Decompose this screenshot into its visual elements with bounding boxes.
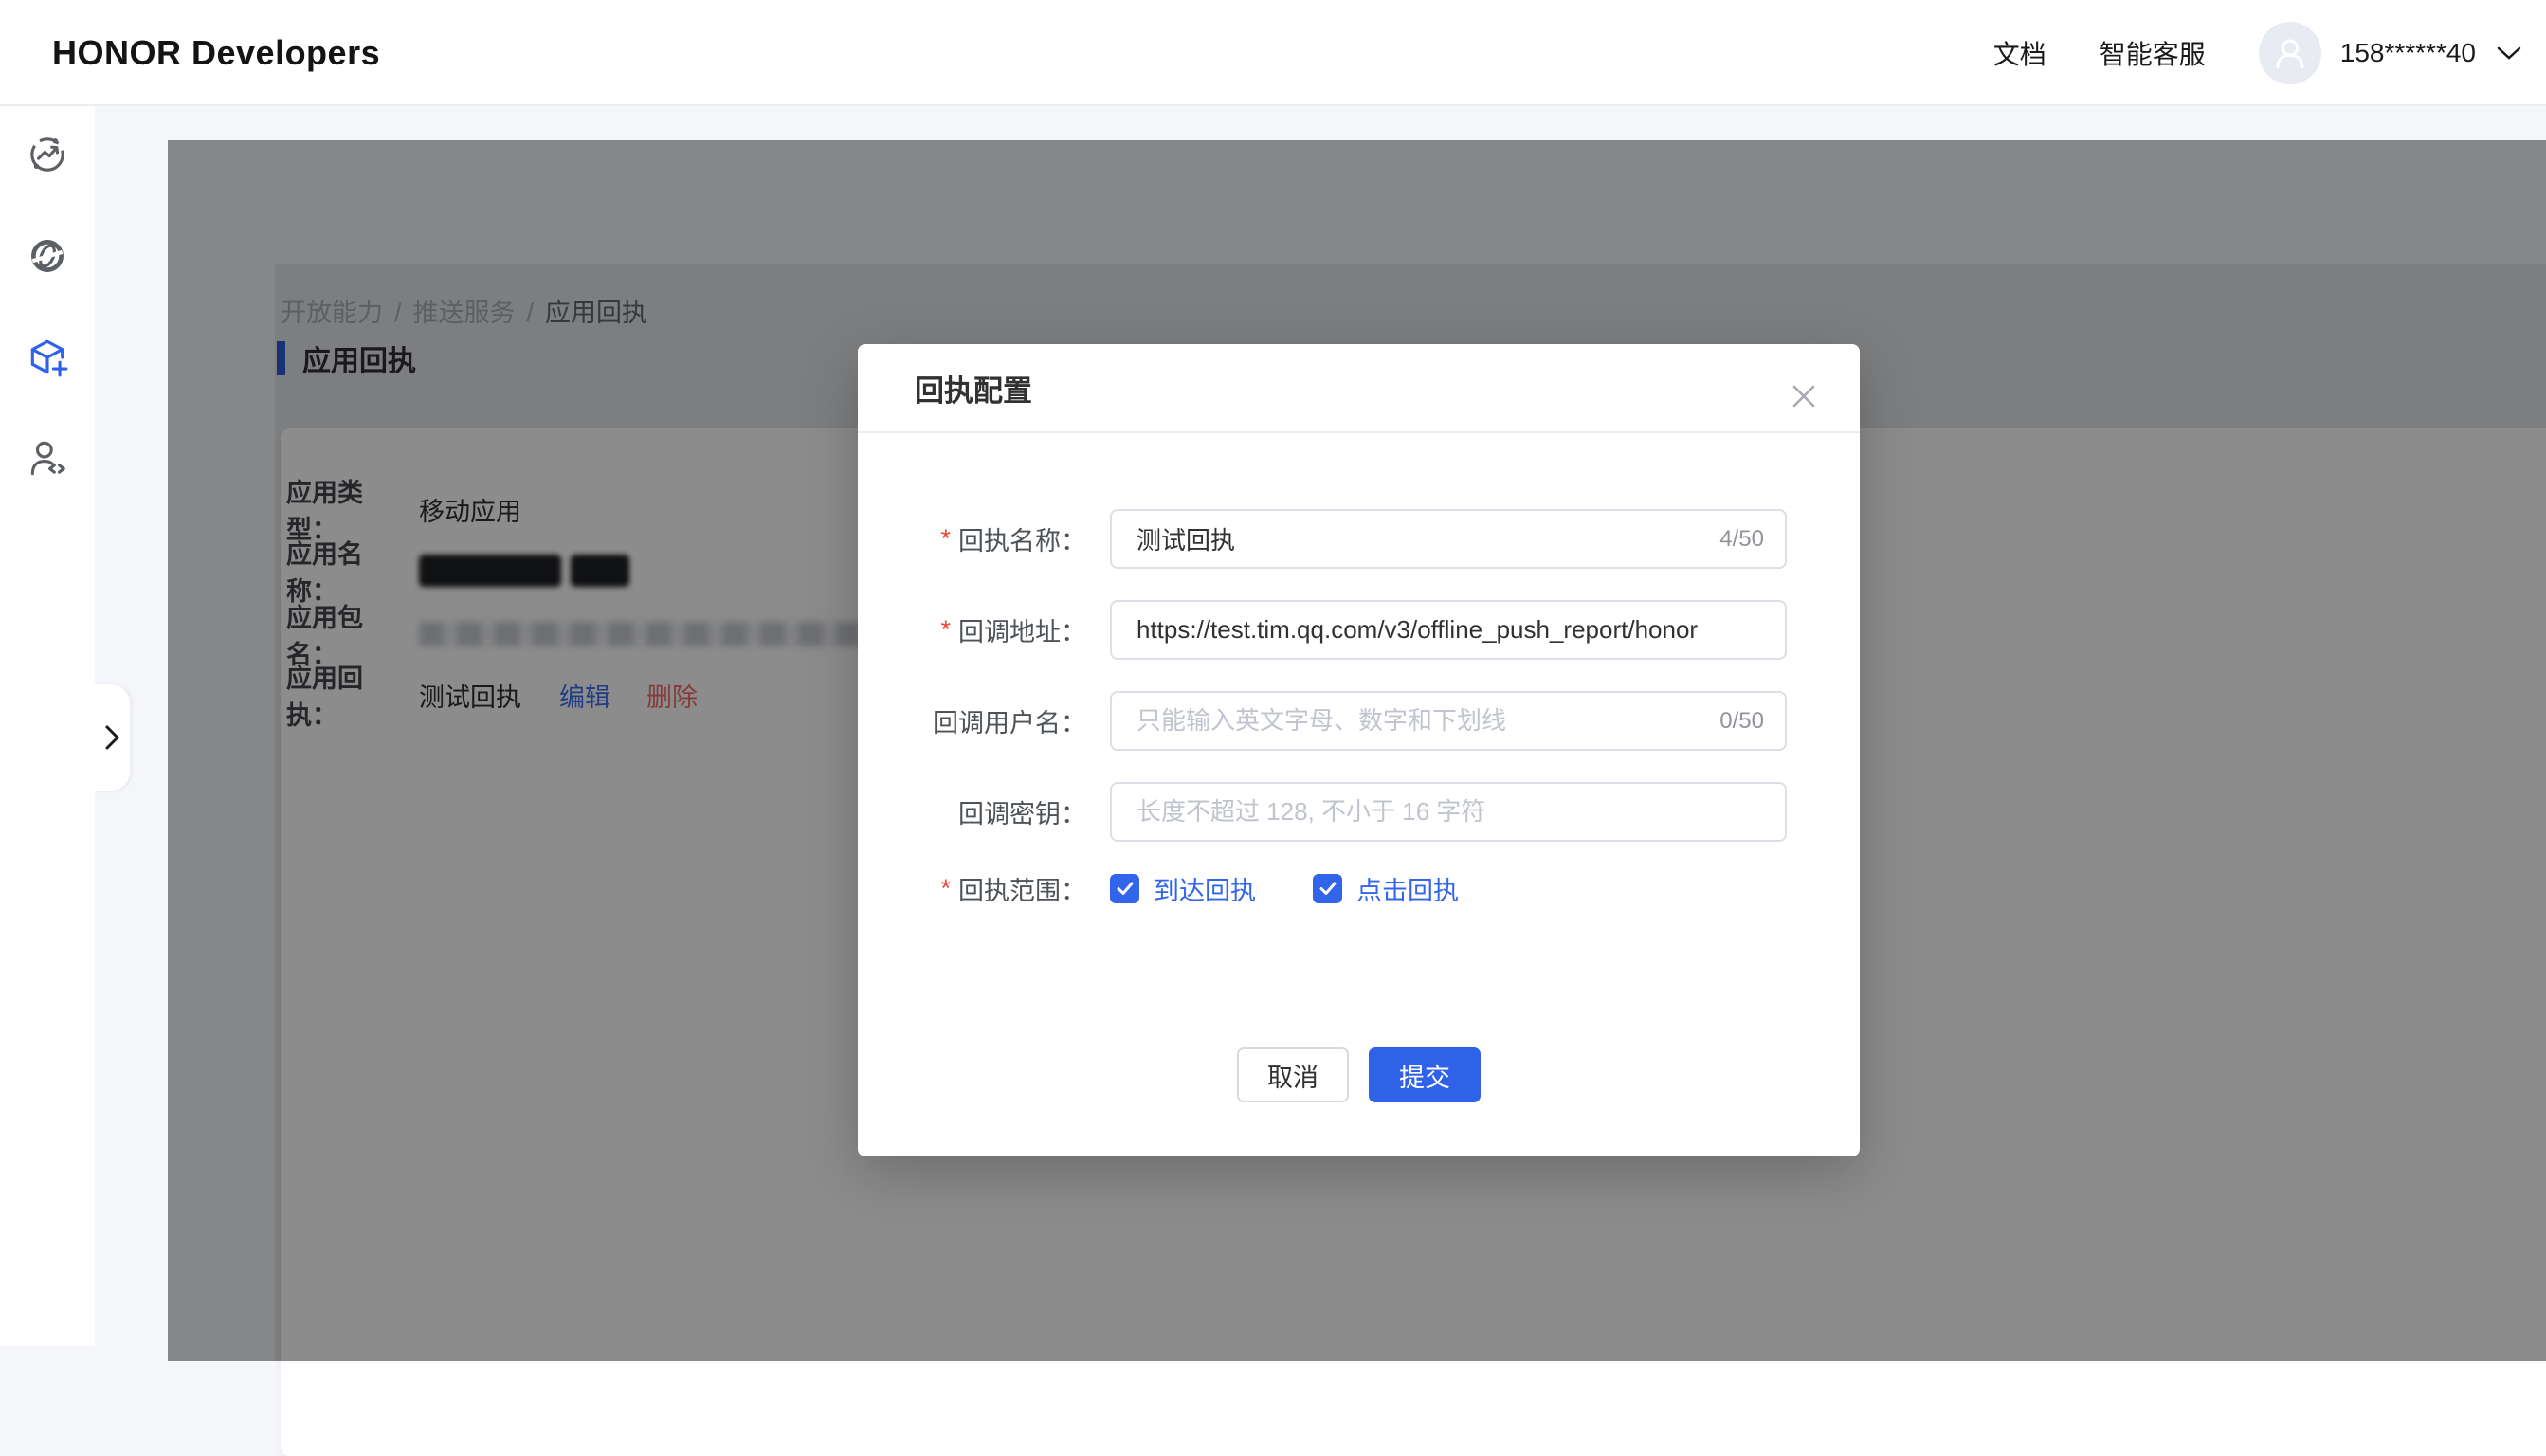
left-sidebar	[0, 106, 95, 1346]
dialog-footer: 取消 提交	[858, 1047, 1860, 1102]
receipt-scope-label: 回执范围：	[958, 870, 1086, 907]
required-asterisk: *	[940, 524, 951, 554]
analytics-icon	[26, 133, 69, 176]
close-button[interactable]	[1786, 378, 1822, 414]
dialog-body: * 回执名称： 4/50 * 回调地址： 回调用户名： 0/50	[858, 433, 1860, 903]
receipt-config-dialog: 回执配置 * 回执名称： 4/50 * 回调地址：	[858, 344, 1860, 1156]
sidebar-item-analytics[interactable]	[26, 133, 69, 176]
checkbox-checked-icon[interactable]	[1313, 874, 1342, 903]
sidebar-item-data[interactable]	[26, 234, 69, 278]
developer-icon	[26, 437, 69, 481]
callback-username-input[interactable]	[1110, 691, 1787, 751]
app-cube-plus-icon	[26, 336, 69, 379]
data-donut-icon	[26, 234, 69, 278]
sidebar-item-app-services[interactable]	[26, 336, 69, 379]
nav-support-link[interactable]: 智能客服	[2100, 34, 2206, 72]
callback-secret-row: 回调密钥：	[858, 782, 1860, 842]
dialog-header: 回执配置	[858, 344, 1860, 433]
nav-docs-link[interactable]: 文档	[1993, 34, 2046, 72]
chevron-right-icon	[100, 723, 123, 752]
callback-username-counter: 0/50	[1719, 708, 1764, 735]
submit-button[interactable]: 提交	[1369, 1047, 1481, 1102]
dialog-title: 回执配置	[915, 367, 1032, 410]
receipt-scope-row: * 回执范围： 到达回执 点击回执	[858, 873, 1860, 903]
receipt-name-row: * 回执名称： 4/50	[858, 509, 1860, 569]
sidebar-item-developer[interactable]	[26, 437, 69, 481]
close-icon	[1789, 381, 1819, 411]
callback-secret-label: 回调密钥：	[958, 793, 1086, 830]
avatar[interactable]	[2259, 22, 2321, 84]
callback-url-label: 回调地址：	[958, 611, 1086, 648]
chevron-down-icon[interactable]	[2497, 46, 2521, 61]
required-asterisk: *	[940, 615, 951, 645]
required-asterisk: *	[940, 874, 951, 903]
top-header: HONOR Developers 文档 智能客服 158******40	[0, 0, 2546, 106]
checkbox-checked-icon[interactable]	[1110, 874, 1139, 903]
arrival-receipt-label[interactable]: 到达回执	[1154, 870, 1256, 907]
receipt-name-counter: 4/50	[1719, 526, 1764, 553]
callback-url-input[interactable]	[1110, 600, 1787, 660]
checkbox-click-receipt[interactable]: 点击回执	[1313, 870, 1459, 907]
callback-username-row: 回调用户名： 0/50	[858, 691, 1860, 751]
cancel-button[interactable]: 取消	[1237, 1047, 1349, 1102]
callback-username-label: 回调用户名：	[933, 702, 1086, 739]
avatar-person-icon	[2271, 34, 2309, 72]
user-menu[interactable]: 158******40	[2259, 22, 2521, 84]
receipt-name-input[interactable]	[1110, 509, 1787, 569]
receipt-name-label: 回执名称：	[958, 520, 1086, 557]
callback-secret-input[interactable]	[1110, 782, 1787, 842]
header-right-nav: 文档 智能客服 158******40	[1993, 0, 2521, 106]
checkbox-arrival-receipt[interactable]: 到达回执	[1110, 870, 1256, 907]
user-phone-label: 158******40	[2340, 38, 2476, 68]
callback-url-row: * 回调地址：	[858, 600, 1860, 660]
sidebar-expand-button[interactable]	[94, 684, 130, 791]
click-receipt-label[interactable]: 点击回执	[1356, 870, 1459, 907]
honor-developers-logo: HONOR Developers	[52, 0, 380, 106]
